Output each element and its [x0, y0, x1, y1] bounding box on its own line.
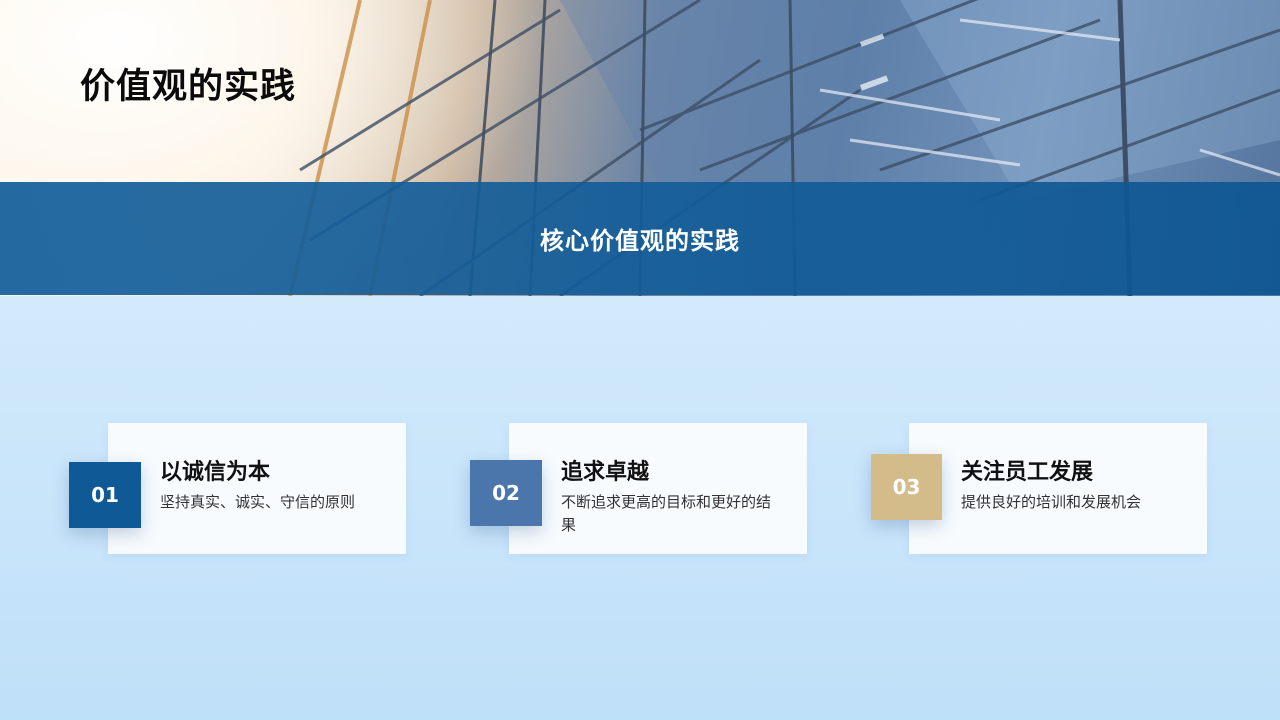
card-description: 不断追求更高的目标和更好的结果 [561, 493, 772, 534]
value-card-employee-development: 关注员工发展 提供良好的培训和发展机会 [909, 423, 1207, 554]
card-description: 坚持真实、诚实、守信的原则 [160, 493, 356, 511]
card-title: 以诚信为本 [160, 460, 271, 485]
page-title: 价值观的实践 [80, 67, 297, 107]
number-badge-03: 03 [871, 454, 942, 520]
section-title: 核心价值观的实践 [540, 227, 740, 255]
card-description: 提供良好的培训和发展机会 [961, 493, 1142, 511]
number-badge-02: 02 [470, 460, 542, 526]
section-banner: 核心价值观的实践 [0, 182, 1280, 295]
value-card-integrity: 以诚信为本 坚持真实、诚实、守信的原则 [108, 423, 406, 554]
card-title: 追求卓越 [561, 460, 650, 485]
card-title: 关注员工发展 [961, 460, 1094, 485]
number-badge-01: 01 [69, 462, 141, 528]
value-card-excellence: 追求卓越 不断追求更高的目标和更好的结果 [509, 423, 807, 554]
